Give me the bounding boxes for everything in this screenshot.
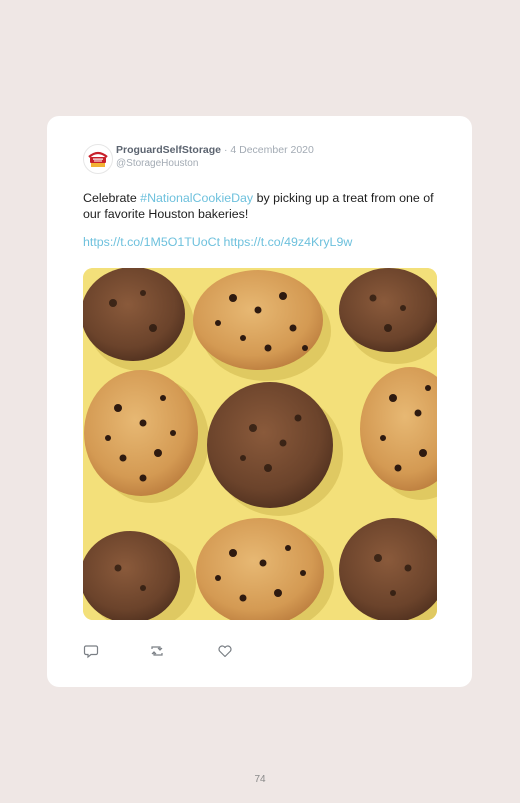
tweet-link-2[interactable]: https://t.co/49z4KryL9w	[224, 235, 353, 249]
tweet-header: ProguardSelfStorage · 4 December 2020 @S…	[83, 142, 443, 176]
user-handle[interactable]: @StorageHouston	[116, 158, 314, 169]
tweet-link-1[interactable]: https://t.co/1M5O1TUoCt	[83, 235, 220, 249]
hashtag-link[interactable]: #NationalCookieDay	[140, 191, 253, 205]
tweet-date[interactable]: 4 December 2020	[230, 144, 313, 156]
tweet-card: ProguardSelfStorage · 4 December 2020 @S…	[47, 116, 472, 687]
separator-dot: ·	[223, 144, 228, 156]
tweet-actions	[83, 643, 283, 659]
tweet-text: Celebrate #NationalCookieDay by picking …	[83, 190, 438, 222]
reply-icon[interactable]	[83, 643, 99, 659]
cookies-image	[83, 268, 437, 620]
tweet-links: https://t.co/1M5O1TUoCt https://t.co/49z…	[83, 235, 352, 249]
retweet-icon[interactable]	[149, 643, 165, 659]
tweet-photo[interactable]	[83, 268, 437, 620]
avatar[interactable]	[83, 144, 113, 174]
display-name[interactable]: ProguardSelfStorage	[116, 144, 221, 156]
proguard-logo-icon	[85, 146, 111, 172]
page-number: 74	[254, 774, 266, 785]
heart-icon[interactable]	[217, 643, 233, 659]
tweet-text-start: Celebrate	[83, 191, 141, 205]
